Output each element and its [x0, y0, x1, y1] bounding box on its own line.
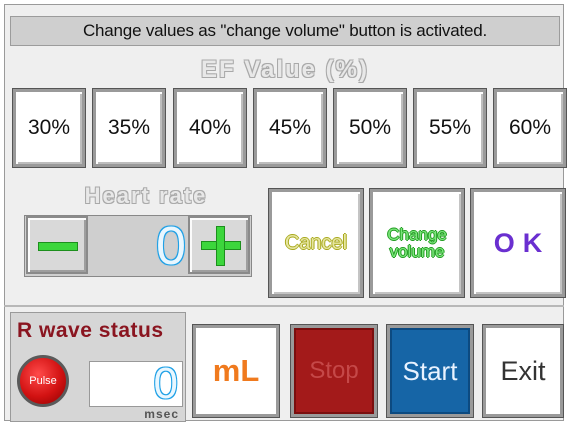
change-volume-button[interactable]: Change volume — [369, 188, 465, 298]
change-volume-label: Change volume — [387, 225, 447, 261]
instruction-banner: Change values as "change volume" button … — [10, 16, 560, 46]
heart-rate-increase-button[interactable] — [188, 216, 250, 274]
r-wave-status-panel: R wave status Pulse 0 msec — [10, 312, 186, 422]
ef-option-55[interactable]: 55% — [413, 88, 487, 168]
exit-label: Exit — [500, 355, 546, 386]
minus-icon — [38, 242, 78, 251]
cancel-button[interactable]: Cancel — [268, 188, 364, 298]
ef-option-60[interactable]: 60% — [493, 88, 567, 168]
r-wave-value: 0 — [153, 359, 178, 408]
start-button[interactable]: Start — [386, 324, 474, 418]
heart-rate-title: Heart rate — [84, 183, 208, 208]
r-wave-status-title: R wave status — [17, 319, 164, 342]
ml-button[interactable]: mL — [192, 324, 280, 418]
stop-button[interactable]: Stop — [290, 324, 378, 418]
start-label: Start — [402, 355, 458, 386]
pulse-label: Pulse — [29, 375, 57, 387]
section-divider — [4, 305, 564, 307]
ef-option-30[interactable]: 30% — [12, 88, 86, 168]
ef-value-title: EF Value (%) — [200, 56, 370, 83]
r-wave-unit: msec — [144, 407, 179, 421]
ml-label: mL — [212, 353, 260, 388]
r-wave-value-field: 0 — [89, 359, 183, 408]
ef-option-45[interactable]: 45% — [253, 88, 327, 168]
ok-label: OK — [493, 227, 551, 258]
ef-option-35[interactable]: 35% — [92, 88, 166, 168]
heart-rate-decrease-button[interactable] — [26, 216, 88, 274]
ef-option-40[interactable]: 40% — [173, 88, 247, 168]
pulse-indicator: Pulse — [17, 355, 69, 407]
exit-button[interactable]: Exit — [482, 324, 564, 418]
ok-button[interactable]: OK — [470, 188, 566, 298]
heart-rate-value: 0 — [155, 216, 186, 276]
stop-label: Stop — [309, 357, 359, 384]
cancel-label: Cancel — [284, 231, 348, 254]
ef-option-50[interactable]: 50% — [333, 88, 407, 168]
